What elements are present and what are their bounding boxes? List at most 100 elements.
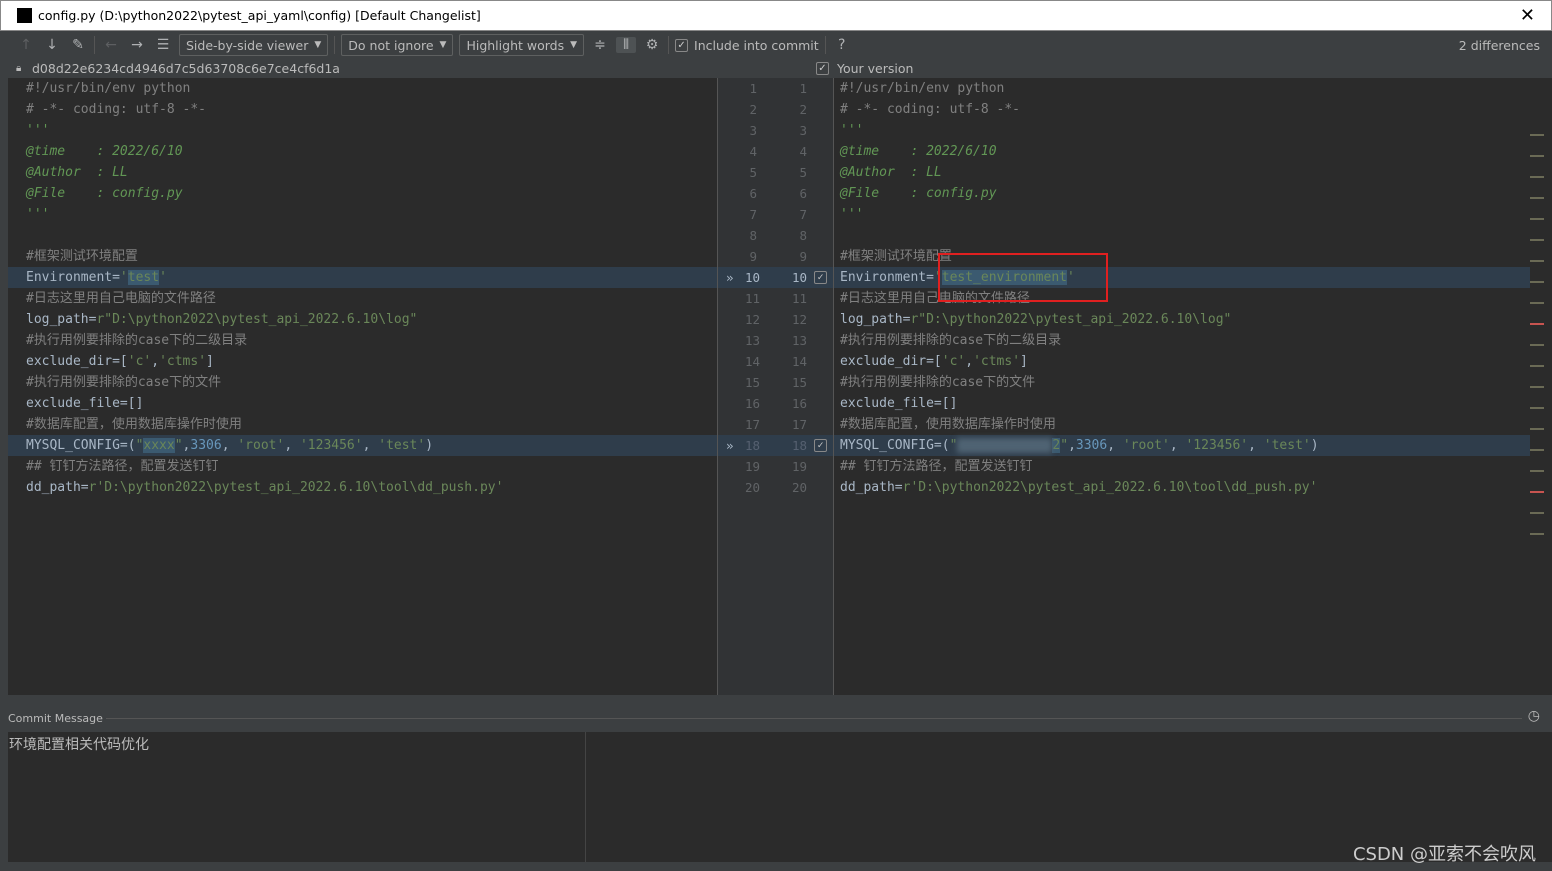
commit-message-input[interactable]: 环境配置相关代码优化 [8,732,586,862]
code-line[interactable]: ## 钉钉方法路径，配置发送钉钉 [834,456,1530,477]
diff-marker[interactable] [1530,281,1544,283]
edit-source-icon[interactable]: ✎ [68,37,88,53]
right-editor[interactable]: #!/usr/bin/env python # -*- coding: utf-8… [834,78,1530,695]
diff-marker[interactable] [1530,197,1544,199]
code-line[interactable]: @time : 2022/6/10 [834,141,1530,162]
code-line[interactable]: dd_path=r'D:\python2022\pytest_api_2022.… [834,477,1530,498]
code-token: #执行用例要排除的case下的二级目录 [26,333,248,348]
code-line[interactable]: #数据库配置，使用数据库操作时使用 [834,414,1530,435]
code-line[interactable]: ''' [8,204,717,225]
code-line[interactable]: @time : 2022/6/10 [8,141,717,162]
code-line[interactable]: #框架测试环境配置 [8,246,717,267]
diff-marker[interactable] [1530,302,1544,304]
code-line[interactable]: dd_path=r'D:\python2022\pytest_api_2022.… [8,477,717,498]
divider [668,36,670,54]
code-token: 'c' [127,354,152,369]
code-line[interactable]: ''' [834,204,1530,225]
diff-marker[interactable] [1530,407,1544,409]
diff-marker[interactable] [1530,512,1544,514]
code-token: ## 钉钉方法路径，配置发送钉钉 [26,459,219,474]
highlight-dropdown[interactable]: Highlight words ▼ [459,34,585,56]
code-line[interactable]: #执行用例要排除的case下的文件 [8,372,717,393]
include-commit-checkbox[interactable]: ✓ [675,38,689,52]
code-token: Environment= [26,270,120,285]
back-icon[interactable]: ← [101,37,121,53]
diff-marker[interactable] [1530,533,1544,535]
diff-marker[interactable] [1530,344,1544,346]
code-line[interactable]: exclude_file=[] [8,393,717,414]
code-token: ] [1020,354,1028,369]
code-line[interactable]: @Author : LL [834,162,1530,183]
diff-marker[interactable] [1530,491,1544,493]
code-line[interactable]: #执行用例要排除的case下的二级目录 [834,330,1530,351]
diff-markers-scrollbar[interactable] [1530,78,1552,695]
code-line[interactable]: #!/usr/bin/env python [8,78,717,99]
right-line-number: 6 [799,186,807,201]
code-token: exclude_file=[] [26,396,144,411]
commit-message-label: Commit Message [8,712,103,725]
diff-marker[interactable] [1530,428,1544,430]
code-line[interactable]: #执行用例要排除的case下的文件 [834,372,1530,393]
code-line[interactable]: Environment='test' [8,267,717,288]
code-token: log_path= [840,312,911,327]
diff-marker[interactable] [1530,470,1544,472]
close-icon[interactable]: ✕ [1520,5,1535,26]
code-line[interactable]: @File : config.py [834,183,1530,204]
left-editor[interactable]: #!/usr/bin/env python # -*- coding: utf-8… [8,78,717,695]
code-token: xxxx [143,438,175,453]
apply-change-icon[interactable]: » [726,267,734,288]
next-difference-icon[interactable]: ↓ [42,37,62,53]
gear-icon[interactable]: ⚙ [642,37,662,53]
diff-marker[interactable] [1530,386,1544,388]
code-line[interactable] [834,225,1530,246]
diff-marker[interactable] [1530,323,1544,325]
diff-marker[interactable] [1530,365,1544,367]
code-line[interactable]: MYSQL_CONFIG=(" 2",3306, 'root', '123456'… [834,435,1530,456]
right-line-number: 9 [799,249,807,264]
apply-change-icon[interactable]: » [726,435,734,456]
diff-marker[interactable] [1530,218,1544,220]
help-icon[interactable]: ? [832,37,852,53]
left-line-number: 8 [749,228,757,243]
code-line[interactable]: # -*- coding: utf-8 -*- [8,99,717,120]
sync-scroll-icon[interactable]: ⫴ [616,37,637,53]
code-line[interactable]: exclude_file=[] [834,393,1530,414]
code-line[interactable] [8,225,717,246]
viewer-dropdown[interactable]: Side-by-side viewer ▼ [179,34,329,56]
include-commit-label[interactable]: Include into commit [694,38,819,53]
diff-marker[interactable] [1530,260,1544,262]
code-line[interactable]: @Author : LL [8,162,717,183]
code-line[interactable]: #日志这里用自己电脑的文件路径 [8,288,717,309]
code-line[interactable]: MYSQL_CONFIG=("xxxx",3306, 'root', '1234… [8,435,717,456]
code-line[interactable]: #执行用例要排除的case下的二级目录 [8,330,717,351]
diff-marker[interactable] [1530,176,1544,178]
include-change-checkbox[interactable]: ✓ [814,271,827,284]
include-change-checkbox[interactable]: ✓ [814,439,827,452]
code-line[interactable]: log_path=r"D:\python2022\pytest_api_2022… [834,309,1530,330]
diff-marker[interactable] [1530,239,1544,241]
file-list-icon[interactable]: ☰ [153,37,173,53]
code-line[interactable]: @File : config.py [8,183,717,204]
code-line[interactable]: exclude_dir=['c','ctms'] [834,351,1530,372]
code-line[interactable]: ''' [8,120,717,141]
forward-icon[interactable]: → [127,37,147,53]
gutter-line: 44 [718,141,833,162]
gutter-line: 77 [718,204,833,225]
diff-marker[interactable] [1530,134,1544,136]
history-icon[interactable]: ◷ [1528,708,1540,724]
code-line[interactable]: #数据库配置，使用数据库操作时使用 [8,414,717,435]
code-line[interactable]: #!/usr/bin/env python [834,78,1530,99]
code-line[interactable]: # -*- coding: utf-8 -*- [834,99,1530,120]
code-token: ) [425,438,434,453]
diff-marker[interactable] [1530,449,1544,451]
revision-bar: 🔒︎ d08d22e6234cd4946d7c5d63708c6e7ce4cf6… [8,59,1552,78]
code-line[interactable]: ''' [834,120,1530,141]
code-line[interactable]: log_path=r"D:\python2022\pytest_api_2022… [8,309,717,330]
collapse-unchanged-icon[interactable]: ≑ [590,37,610,53]
code-line[interactable]: exclude_dir=['c','ctms'] [8,351,717,372]
code-line[interactable]: ## 钉钉方法路径，配置发送钉钉 [8,456,717,477]
your-version-checkbox[interactable]: ✓ [816,62,829,75]
diff-marker[interactable] [1530,155,1544,157]
ignore-dropdown[interactable]: Do not ignore ▼ [341,34,454,56]
previous-difference-icon[interactable]: ↑ [16,37,36,53]
